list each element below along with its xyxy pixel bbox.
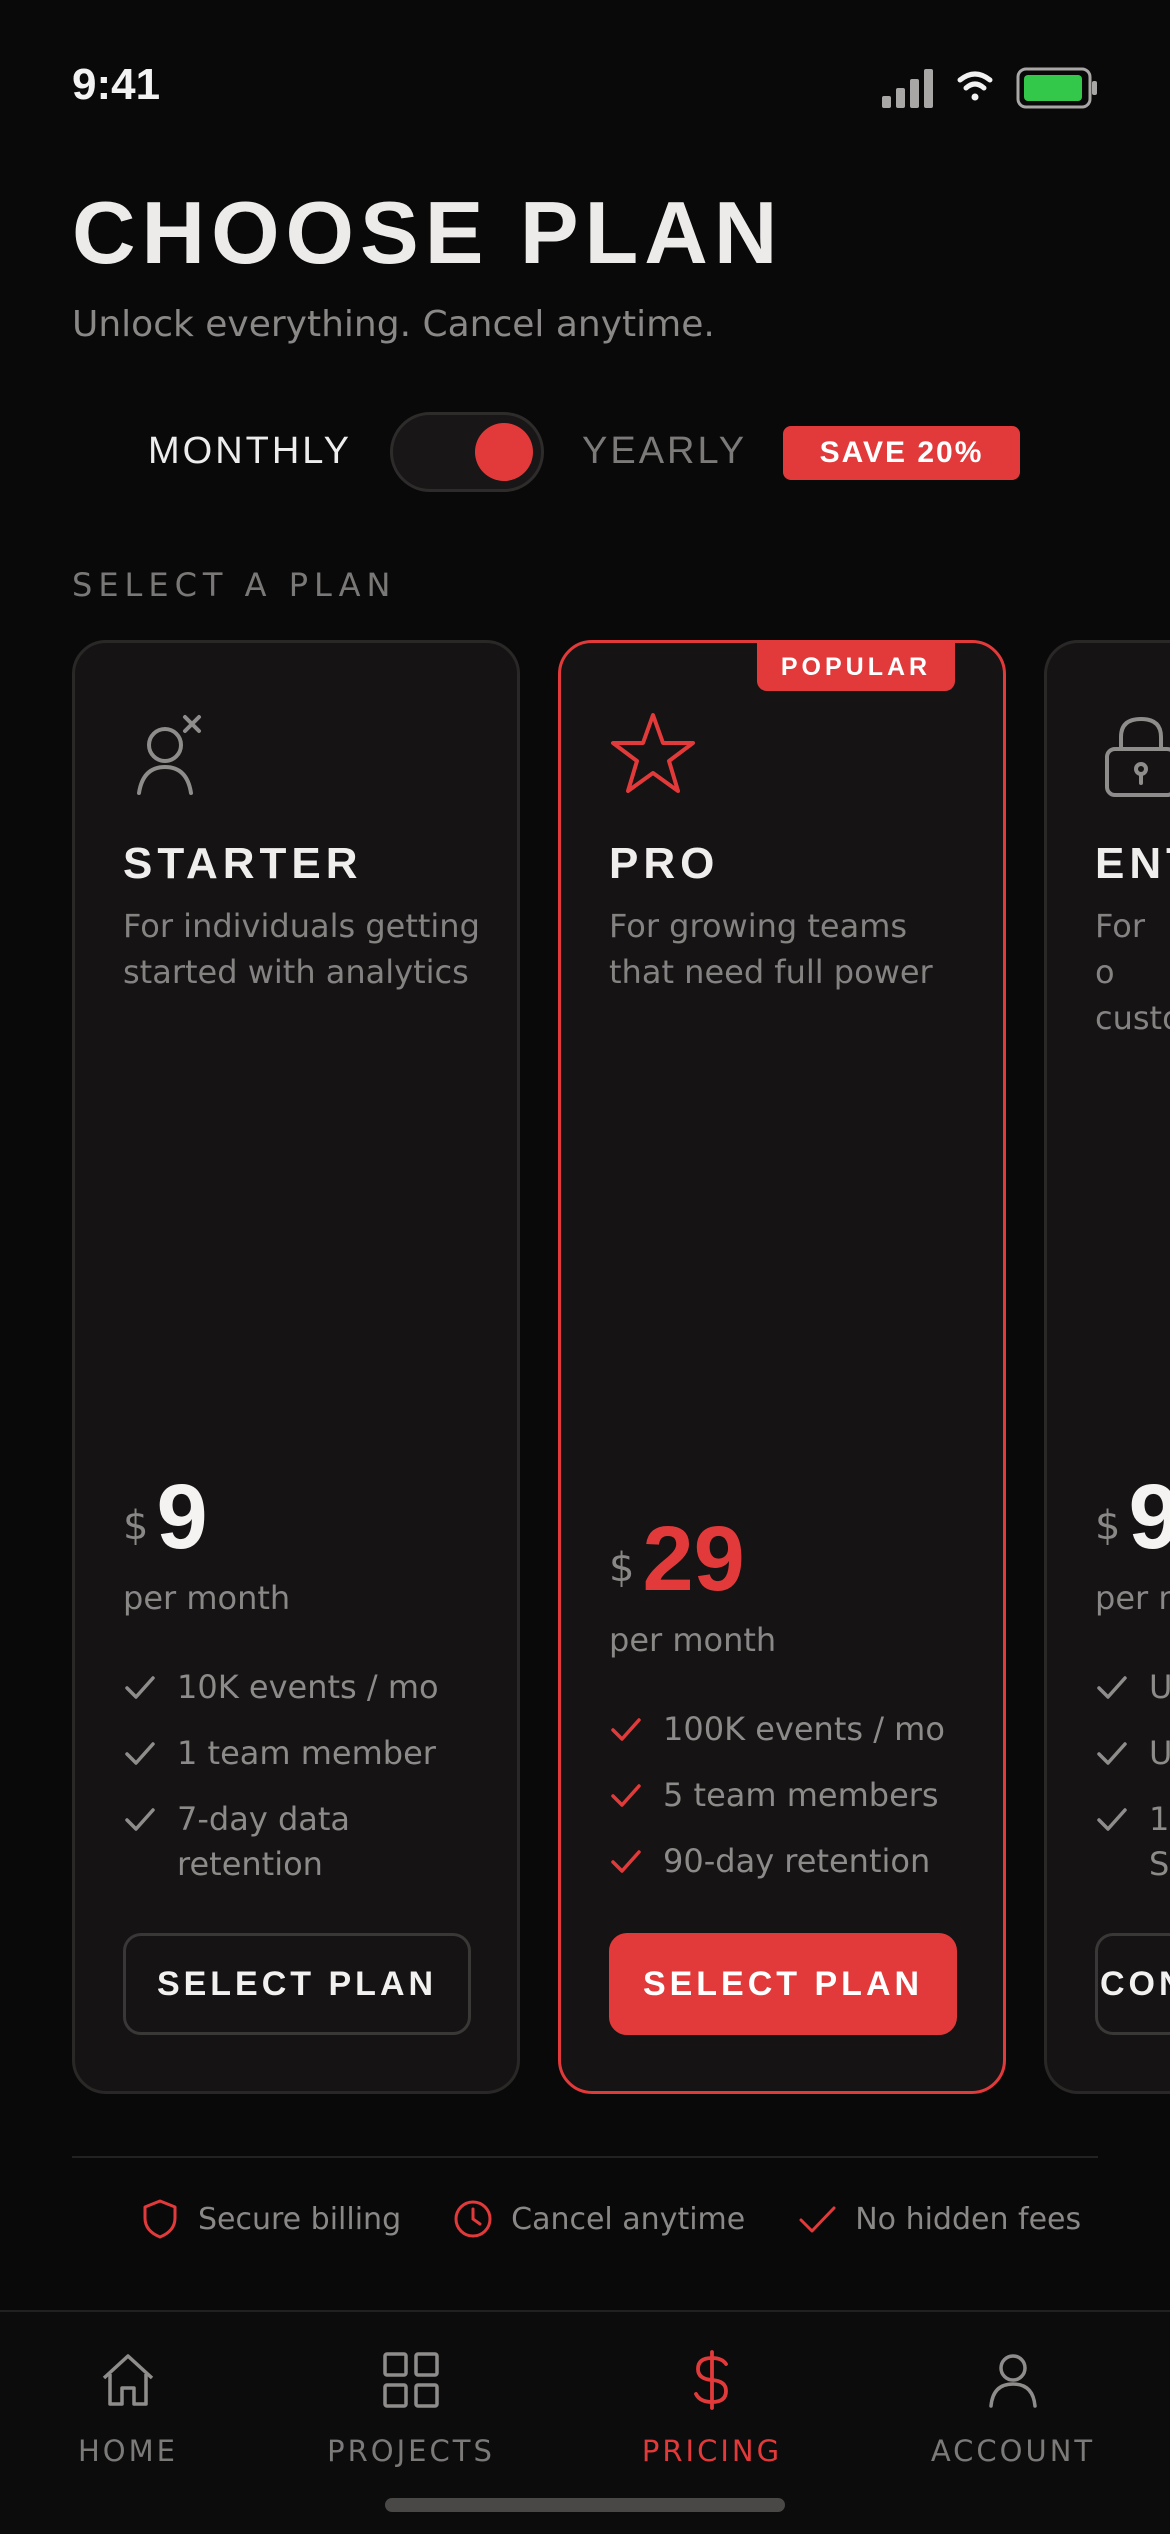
select-plan-button[interactable]: SELECT PLAN [609,1933,957,2035]
user-icon [989,2354,1037,2408]
feature-label: 100K events / mo [663,1710,945,1748]
trust-item-secure-billing: Secure billing [140,2198,401,2240]
price: $ 9 [123,1471,208,1563]
feature-item: 100K events / mo [609,1707,979,1752]
plan-description: For individuals getting started with ana… [123,907,480,991]
home-indicator [385,2498,785,2512]
trust-label: Secure billing [198,2201,402,2237]
plan-name: PRO [609,839,720,888]
price-period: per month [609,1621,777,1659]
check-icon [1097,1742,1127,1765]
lock-icon [1105,716,1170,797]
trust-item-no-hidden-fees: No hidden fees [797,2198,1081,2240]
tab-pricing[interactable]: PRICING [582,2350,842,2468]
price-amount: 9 [156,1466,208,1568]
status-icons [882,67,1097,109]
price-amount: 29 [642,1508,745,1610]
plan-name: STARTER [123,839,363,888]
plan-card-enterprise[interactable]: ENT For o custo $ 9 per m U U 1 S CON [1044,640,1170,2094]
tab-label: PRICING [641,2434,783,2468]
cellular-signal-icon [882,69,933,108]
feature-item: 1 team member [123,1731,493,1776]
plan-card-starter[interactable]: STARTER For individuals getting started … [72,640,520,2094]
dollar-icon [694,2350,728,2410]
trust-item-cancel-anytime: Cancel anytime [453,2198,745,2240]
tab-projects[interactable]: PROJECTS [281,2350,541,2468]
feature-label: 1 S [1149,1800,1170,1883]
trust-row: Secure billing Cancel anytime No hidden … [140,2198,1133,2240]
feature-item: 7-day data retention [123,1797,493,1887]
section-label: SELECT A PLAN [72,566,397,604]
currency-symbol: $ [1095,1503,1121,1549]
feature-label: 90-day retention [663,1842,931,1880]
currency-symbol: $ [123,1503,149,1549]
monthly-label[interactable]: MONTHLY [148,430,352,473]
tab-label: PROJECTS [327,2434,495,2468]
page-subtitle: Unlock everything. Cancel anytime. [72,304,715,345]
check-icon [611,1784,641,1807]
feature-label: 7-day data retention [177,1800,351,1883]
clock-icon [454,2200,492,2238]
popular-badge: POPULAR [757,643,955,691]
feature-list: 10K events / mo 1 team member 7-day data… [123,1665,493,1908]
tab-label: HOME [78,2434,178,2468]
feature-list: 100K events / mo 5 team members 90-day r… [609,1707,979,1905]
feature-list: U U 1 S [1095,1665,1170,1908]
save-badge: SAVE 20% [783,426,1020,480]
check-icon [125,1742,155,1765]
feature-item: 90-day retention [609,1839,979,1884]
check-icon [1097,1808,1127,1831]
feature-item: 1 S [1095,1797,1170,1887]
price: $ 29 [609,1513,745,1605]
yearly-label[interactable]: YEARLY [582,430,747,473]
user-x-icon [137,715,201,795]
star-icon [611,713,695,793]
feature-label: 1 team member [177,1734,436,1772]
feature-item: 5 team members [609,1773,979,1818]
select-plan-button[interactable]: SELECT PLAN [123,1933,471,2035]
currency-symbol: $ [609,1545,635,1591]
check-icon [611,1850,641,1873]
contact-sales-button[interactable]: CON [1095,1933,1170,2035]
feature-item: U [1095,1731,1170,1776]
divider [72,2156,1098,2158]
billing-toggle[interactable] [390,412,544,492]
status-time: 9:41 [72,60,161,109]
plan-name: ENT [1095,839,1170,888]
feature-item: U [1095,1665,1170,1710]
price-amount: 9 [1128,1471,1170,1563]
feature-label: U [1149,1731,1170,1776]
check-icon [125,1808,155,1831]
trust-label: Cancel anytime [511,2201,746,2237]
plan-description: For o custo [1095,907,1170,1037]
wifi-icon [957,71,993,101]
page-title: CHOOSE PLAN [72,183,784,282]
shield-icon [143,2199,177,2239]
tab-home[interactable]: HOME [0,2350,258,2468]
check-icon [1097,1676,1127,1699]
feature-item: 10K events / mo [123,1665,493,1710]
feature-label: U [1149,1665,1170,1710]
feature-label: 5 team members [663,1776,939,1814]
trust-label: No hidden fees [855,2201,1082,2237]
plan-description: For growing teams that need full power [609,907,933,991]
check-icon [611,1718,641,1741]
check-icon [125,1676,155,1699]
grid-icon [383,2352,439,2408]
plan-card-pro[interactable]: POPULAR PRO For growing teams that need … [558,640,1006,2094]
check-icon [799,2206,836,2233]
battery-icon [1016,67,1097,109]
toggle-knob [475,423,533,481]
home-icon [102,2354,154,2406]
feature-label: 10K events / mo [177,1668,439,1706]
tab-label: ACCOUNT [930,2434,1096,2468]
price-period: per m [1095,1579,1170,1617]
price: $ 9 [1095,1471,1170,1563]
tab-account[interactable]: ACCOUNT [883,2350,1143,2468]
price-period: per month [123,1579,291,1617]
